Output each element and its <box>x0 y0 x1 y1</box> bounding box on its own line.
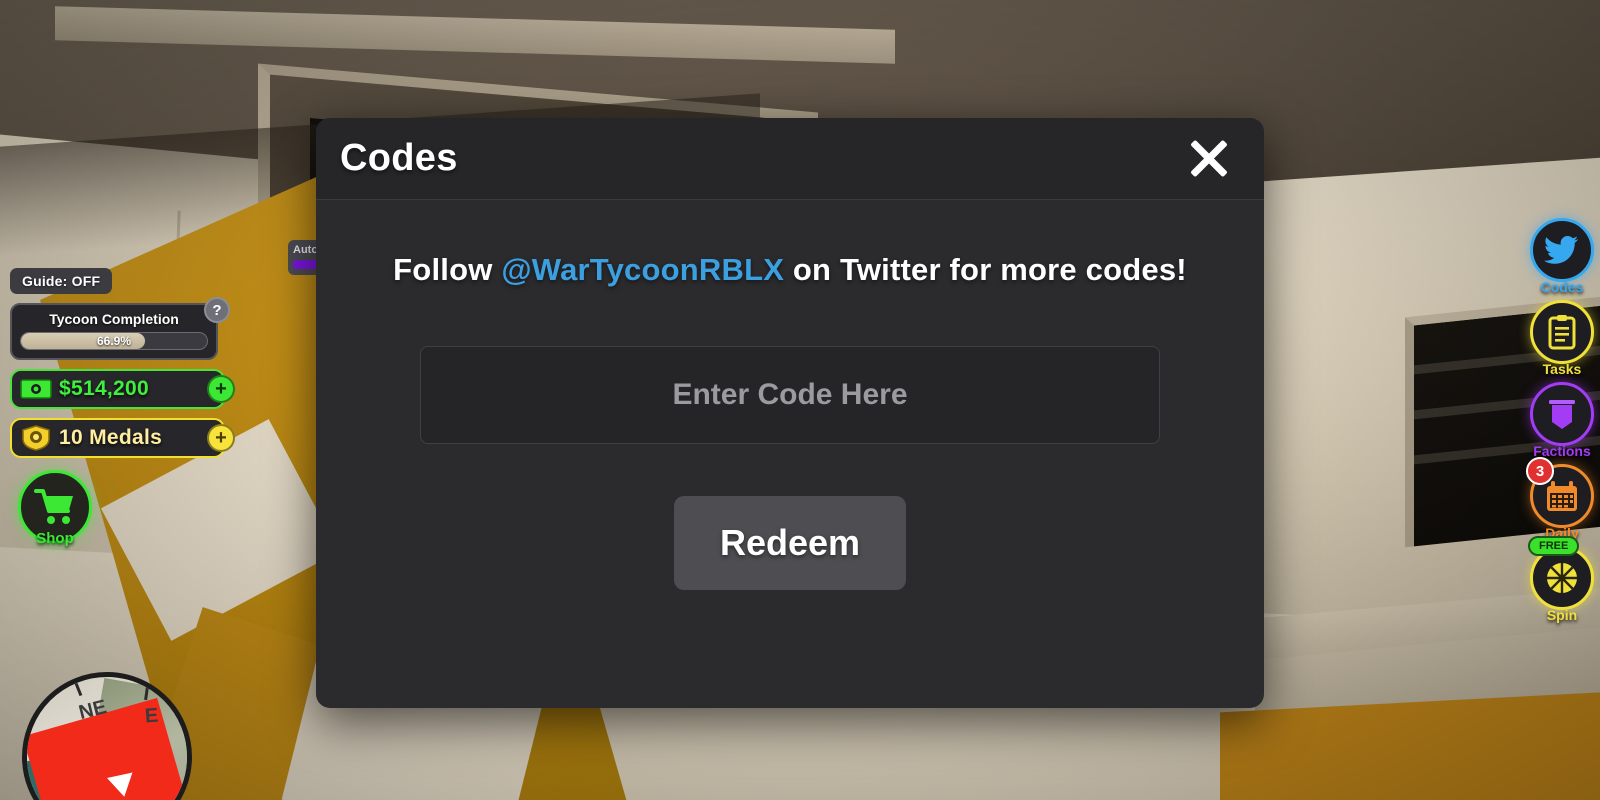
sidebar-item-spin[interactable]: FREE Spin <box>1528 536 1594 623</box>
sidebar-label-factions: Factions <box>1533 443 1591 459</box>
code-input[interactable] <box>420 346 1160 444</box>
help-icon[interactable]: ? <box>204 297 230 323</box>
close-icon[interactable] <box>1182 132 1236 186</box>
redeem-button[interactable]: Redeem <box>674 496 906 590</box>
wheel-icon <box>1547 563 1577 593</box>
dialog-body: Follow @WarTycoonRBLX on Twitter for mor… <box>316 200 1264 590</box>
follow-instruction: Follow @WarTycoonRBLX on Twitter for mor… <box>356 252 1224 288</box>
dialog-header: Codes <box>316 118 1264 200</box>
twitter-handle: @WarTycoonRBLX <box>501 252 785 287</box>
tasks-button[interactable] <box>1530 300 1594 364</box>
clipboard-icon <box>1548 315 1576 350</box>
tycoon-completion-panel: Tycoon Completion ? 66.9% <box>10 297 230 360</box>
banner-icon <box>1549 400 1575 429</box>
daily-count-badge: 3 <box>1526 457 1554 485</box>
compass-tick <box>74 682 83 697</box>
compass-direction-e: E <box>144 704 160 728</box>
codes-dialog: Codes Follow @WarTycoonRBLX on Twitter f… <box>316 118 1264 708</box>
medals-counter: 10 Medals + <box>10 418 235 458</box>
guide-toggle[interactable]: Guide: OFF <box>10 268 113 294</box>
shop-button-label: Shop <box>36 530 74 547</box>
sidebar-label-codes: Codes <box>1540 279 1584 295</box>
left-hud: Guide: OFF Tycoon Completion ? 66.9% $51… <box>10 268 260 547</box>
shopping-cart-icon <box>34 489 73 524</box>
sidebar-item-factions[interactable]: Factions <box>1530 382 1594 459</box>
codes-button[interactable] <box>1530 218 1594 282</box>
follow-suffix: on Twitter for more codes! <box>784 252 1187 287</box>
follow-prefix: Follow <box>393 252 502 287</box>
calendar-icon <box>1547 481 1577 511</box>
medal-badge-icon <box>22 425 50 451</box>
shop-button[interactable]: Shop <box>18 470 92 547</box>
right-sidebar: Codes Tasks Factions 3 Daily FREE Spin <box>1526 218 1594 623</box>
spin-free-badge: FREE <box>1528 536 1580 556</box>
tycoon-progress-label: 66.9% <box>96 334 132 348</box>
tycoon-completion-title: Tycoon Completion <box>49 311 179 327</box>
money-icon <box>20 379 52 399</box>
dialog-title: Codes <box>340 137 458 179</box>
money-counter: $514,200 + <box>10 369 235 409</box>
add-medals-button[interactable]: + <box>207 424 235 452</box>
sidebar-label-tasks: Tasks <box>1542 361 1582 377</box>
add-money-button[interactable]: + <box>207 375 235 403</box>
sidebar-label-spin: Spin <box>1546 607 1578 623</box>
sidebar-item-codes[interactable]: Codes <box>1530 218 1594 295</box>
factions-button[interactable] <box>1530 382 1594 446</box>
sidebar-item-daily[interactable]: 3 Daily <box>1526 457 1594 541</box>
money-value: $514,200 <box>59 377 149 400</box>
twitter-bird-icon <box>1544 236 1579 264</box>
sidebar-item-tasks[interactable]: Tasks <box>1530 300 1594 377</box>
medals-value: 10 Medals <box>59 426 163 449</box>
tycoon-progress-bar: 66.9% <box>20 332 208 350</box>
